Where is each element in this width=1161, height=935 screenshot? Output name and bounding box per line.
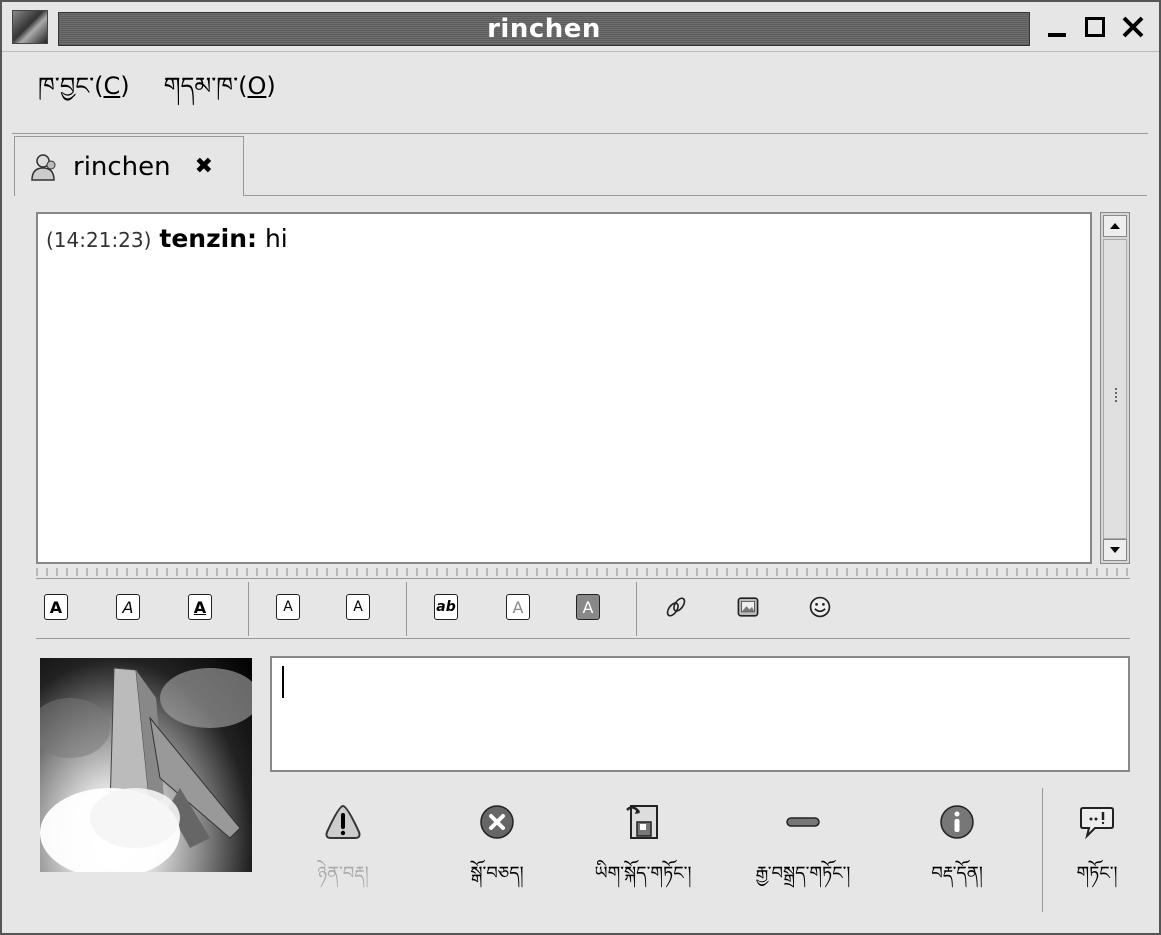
minimize-icon [1048, 33, 1066, 37]
foreground-color-button[interactable]: A [506, 594, 530, 620]
message-sender: tenzin: [159, 224, 258, 253]
app-icon[interactable] [12, 10, 48, 44]
info-button[interactable]: བརྡ་དོན། [882, 802, 1032, 892]
file-send-icon [626, 805, 658, 839]
toolbar-separator [406, 582, 407, 636]
insert-smiley-button[interactable] [808, 594, 832, 620]
info-button-label: བརྡ་དོན། [931, 863, 983, 884]
font-smaller-button[interactable]: A [346, 594, 370, 620]
bold-button[interactable]: A [44, 594, 68, 620]
toolbar-bottom-separator [36, 638, 1130, 639]
tab-label: rinchen [73, 151, 171, 182]
close-icon [1122, 16, 1144, 38]
background-color-button[interactable]: A [576, 594, 600, 620]
warn-button[interactable]: ཉེན་བརྡ། [268, 802, 418, 892]
remove-buddy-button[interactable]: རྒྱ་བསྒྲད་གཏོང་། [728, 802, 878, 892]
conversation-scrollbar[interactable] [1100, 212, 1130, 564]
send-icon [1080, 807, 1114, 840]
scroll-up-button[interactable] [1103, 215, 1127, 237]
title-bar[interactable]: rinchen [2, 2, 1159, 52]
image-icon [737, 597, 759, 617]
message-timestamp: (14:21:23) [46, 228, 152, 252]
menu-bar: ཁ་བྱང་(C) གདམ་ཁ་(O) [12, 54, 1148, 134]
info-icon [940, 805, 974, 839]
buddy-icon-image[interactable] [40, 658, 252, 872]
block-button[interactable]: སྒོ་བཅད། [422, 802, 572, 892]
send-file-button[interactable]: ཡིག་སྐོད་གཏོང་། [568, 802, 718, 892]
im-window: rinchen ཁ་བྱང་(C) གདམ་ཁ་(O) rinchen ✖ (1… [0, 0, 1161, 935]
text-caret [282, 666, 284, 698]
insert-image-button[interactable] [736, 594, 760, 620]
toolbar-top-separator [36, 578, 1130, 579]
scroll-down-button[interactable] [1103, 539, 1127, 561]
link-icon [666, 597, 686, 617]
warn-button-label: ཉེན་བརྡ། [317, 863, 369, 884]
font-larger-button[interactable]: A [276, 594, 300, 620]
buddy-person-icon [31, 153, 56, 181]
remove-icon [786, 817, 820, 827]
block-icon [480, 805, 514, 839]
close-button[interactable] [1116, 8, 1150, 46]
minimize-button[interactable] [1040, 8, 1074, 46]
menu-conversation-label: ཁ་བྱང་( [38, 72, 104, 100]
warning-icon [325, 804, 361, 839]
message-text: hi [257, 224, 288, 253]
menu-options-mnemonic: O [247, 72, 267, 100]
underline-button[interactable]: A [188, 594, 212, 620]
tab-divider [244, 195, 1147, 196]
send-button-label: གཏོང་། [1076, 863, 1118, 884]
pane-resize-handle[interactable] [36, 568, 1130, 576]
send-file-button-label: ཡིག་སྐོད་གཏོང་། [594, 863, 692, 884]
arrow-down-icon [1110, 547, 1120, 553]
toolbar-separator [636, 582, 637, 636]
maximize-button[interactable] [1078, 8, 1112, 46]
menu-conversation[interactable]: ཁ་བྱང་(C) [38, 60, 130, 127]
tab-close-icon[interactable]: ✖ [195, 154, 213, 179]
rocket-launch-image [40, 667, 252, 872]
menu-options[interactable]: གདམ་ཁ་(O) [164, 60, 276, 127]
conversation-history[interactable]: (14:21:23) tenzin: hi [36, 212, 1092, 564]
message-row: (14:21:23) tenzin: hi [46, 224, 1082, 253]
send-button[interactable]: གཏོང་། [1042, 802, 1152, 892]
scroll-grip [1115, 388, 1117, 402]
message-input[interactable] [272, 658, 1128, 770]
window-title: rinchen [487, 14, 601, 44]
scroll-thumb[interactable] [1103, 239, 1127, 539]
tab-conversation[interactable]: rinchen ✖ [14, 136, 244, 196]
menu-conversation-mnemonic: C [103, 72, 121, 100]
message-entry-box[interactable] [270, 656, 1130, 772]
smiley-icon [809, 596, 831, 618]
menu-options-close: ) [266, 72, 276, 100]
menu-conversation-close: ) [120, 72, 130, 100]
menu-options-label: གདམ་ཁ་( [163, 72, 248, 100]
maximize-icon [1085, 17, 1105, 37]
insert-link-button[interactable] [664, 594, 688, 620]
font-face-button[interactable]: ab [434, 594, 458, 620]
remove-buddy-button-label: རྒྱ་བསྒྲད་གཏོང་། [755, 863, 851, 884]
arrow-up-icon [1110, 223, 1120, 229]
italic-button[interactable]: A [116, 594, 140, 620]
block-button-label: སྒོ་བཅད། [470, 863, 524, 884]
toolbar-separator [248, 582, 249, 636]
title-bar-stripe[interactable]: rinchen [58, 12, 1030, 46]
